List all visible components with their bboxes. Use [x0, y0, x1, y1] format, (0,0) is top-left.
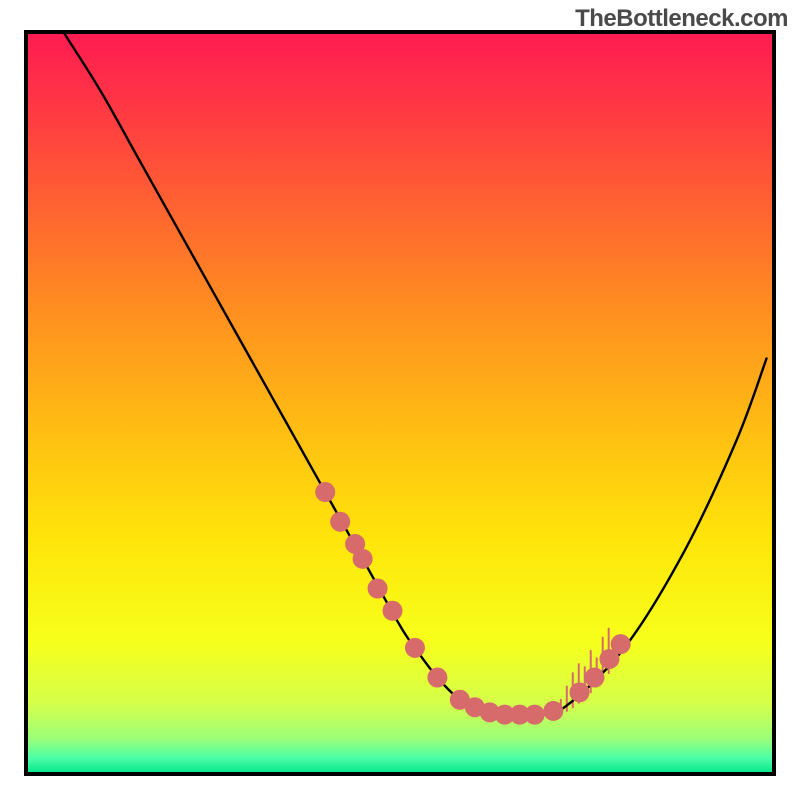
- chart-marker: [383, 601, 403, 621]
- watermark-text: TheBottleneck.com: [575, 5, 788, 33]
- chart-marker: [584, 668, 604, 688]
- chart-marker: [570, 682, 590, 702]
- plot-background: [26, 32, 774, 774]
- chart-marker: [543, 701, 563, 721]
- chart-marker: [525, 705, 545, 725]
- chart-marker: [315, 482, 335, 502]
- chart-svg: [0, 0, 800, 800]
- chart-marker: [330, 512, 350, 532]
- chart-marker: [368, 579, 388, 599]
- chart-marker: [353, 549, 373, 569]
- chart-marker: [427, 668, 447, 688]
- chart-marker: [611, 634, 631, 654]
- chart-marker: [405, 638, 425, 658]
- bottleneck-chart: TheBottleneck.com: [0, 0, 800, 800]
